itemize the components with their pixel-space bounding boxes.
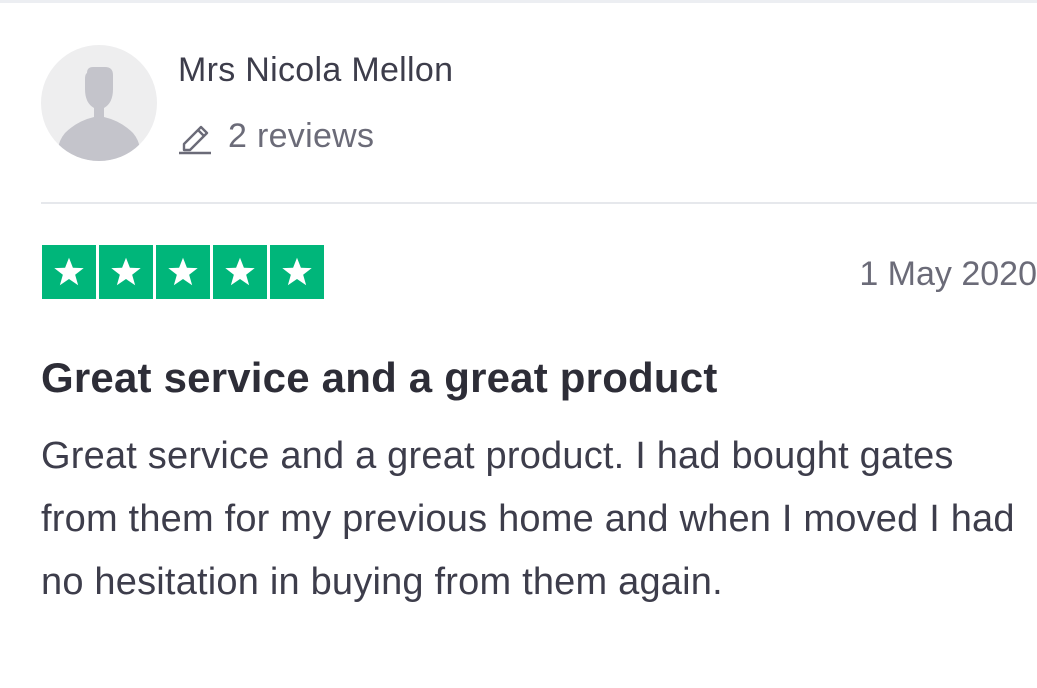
star-icon bbox=[270, 245, 324, 299]
avatar[interactable] bbox=[41, 45, 157, 161]
reviewer-name[interactable]: Mrs Nicola Mellon bbox=[178, 50, 453, 90]
review-count: 2 reviews bbox=[228, 117, 375, 155]
star-icon bbox=[156, 245, 210, 299]
user-silhouette-icon bbox=[58, 67, 140, 161]
divider bbox=[41, 202, 1037, 204]
review-date: 1 May 2020 bbox=[859, 255, 1037, 293]
star-icon bbox=[213, 245, 267, 299]
star-icon bbox=[42, 245, 96, 299]
pencil-icon bbox=[179, 125, 211, 155]
review-card: Mrs Nicola Mellon 2 reviews 1 May 2020 G… bbox=[0, 0, 1037, 688]
star-rating bbox=[42, 245, 324, 299]
review-body: Great service and a great product. I had… bbox=[41, 435, 1015, 603]
review-title[interactable]: Great service and a great product bbox=[41, 352, 718, 404]
star-icon bbox=[99, 245, 153, 299]
review-count-link[interactable]: 2 reviews bbox=[178, 114, 374, 158]
